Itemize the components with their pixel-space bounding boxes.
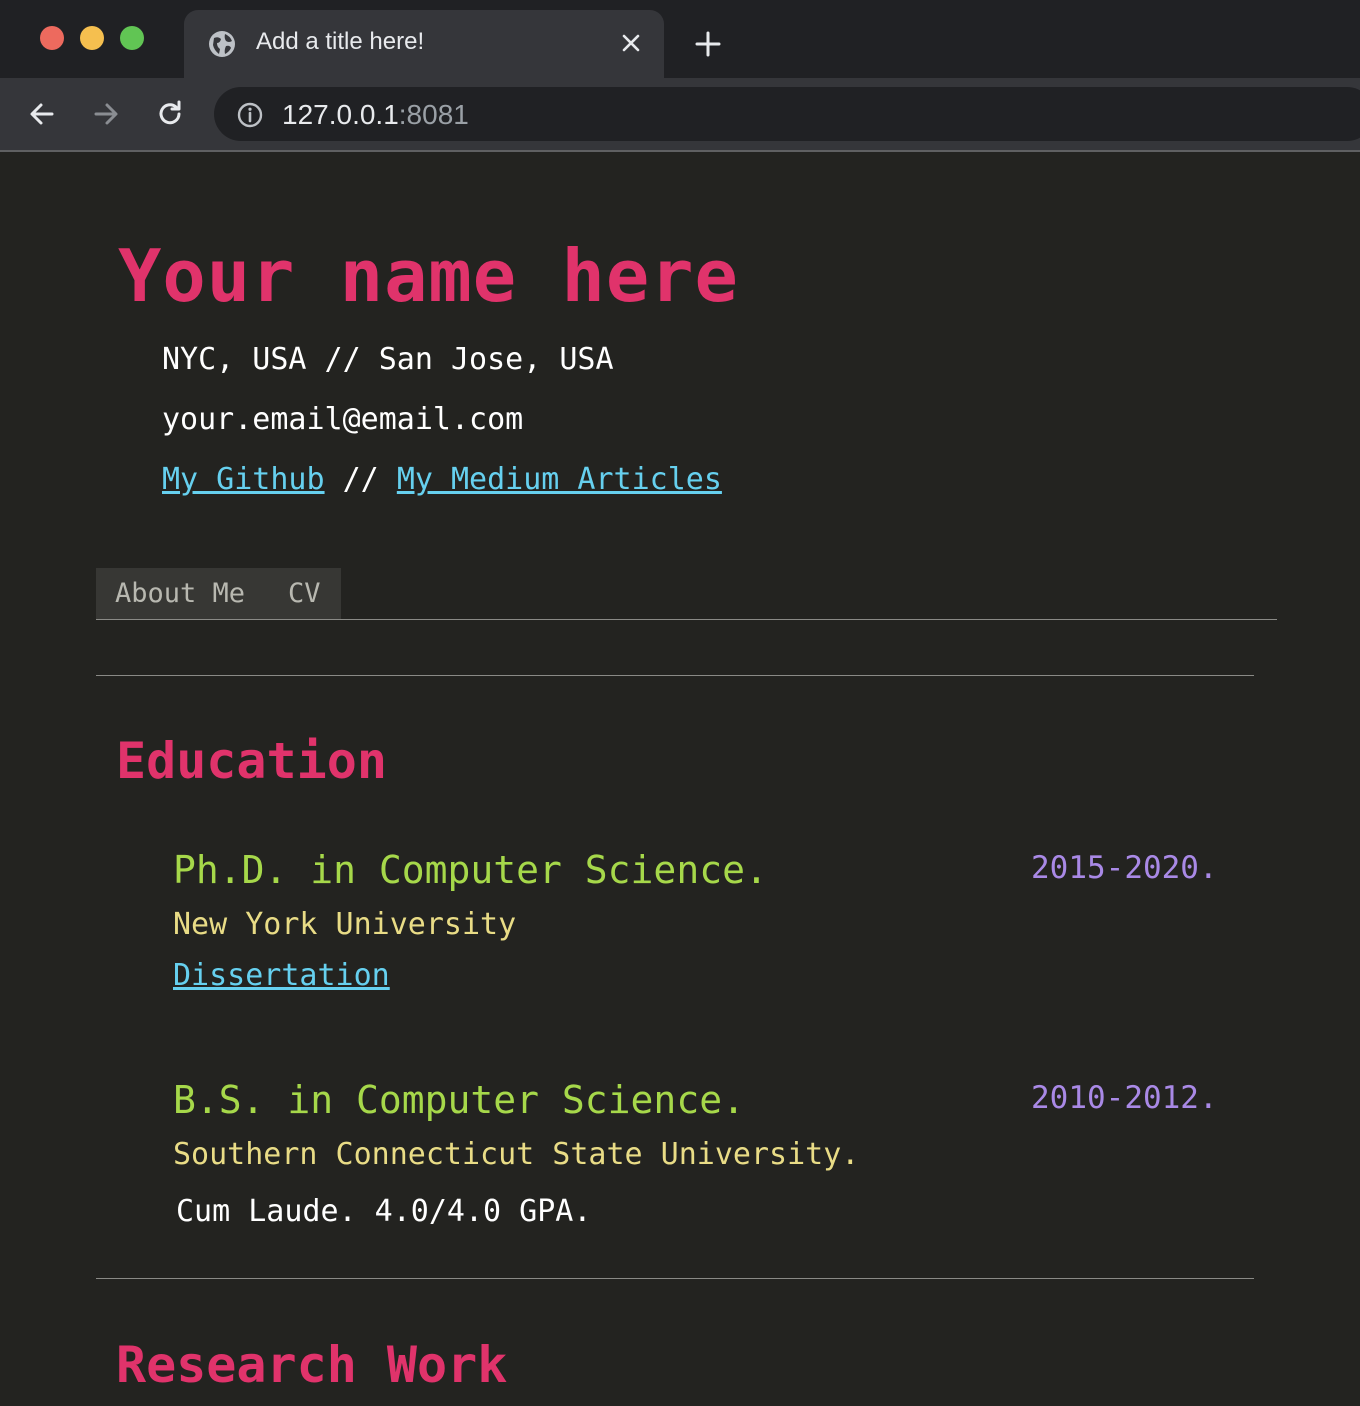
tabs-divider xyxy=(96,619,1277,620)
reload-icon[interactable] xyxy=(154,98,186,130)
school-name: New York University xyxy=(173,907,517,942)
medium-link[interactable]: My Medium Articles xyxy=(397,462,722,497)
tab-title: Add a title here! xyxy=(256,28,425,55)
back-arrow-icon[interactable] xyxy=(26,98,58,130)
page-title: Your name here xyxy=(118,234,739,318)
new-tab-icon[interactable] xyxy=(694,30,722,58)
school-name: Southern Connecticut State University. xyxy=(173,1137,860,1172)
page-content: Your name here NYC, USA // San Jose, USA… xyxy=(0,152,1360,1406)
email-text: your.email@email.com xyxy=(162,402,524,437)
maximize-window-button[interactable] xyxy=(120,26,144,50)
tab-about-me[interactable]: About Me xyxy=(115,578,245,609)
locations-text: NYC, USA // San Jose, USA xyxy=(162,342,614,377)
tab-cv[interactable]: CV xyxy=(288,578,321,609)
research-heading: Research Work xyxy=(116,1336,508,1394)
forward-arrow-icon[interactable] xyxy=(90,98,122,130)
github-link[interactable]: My Github xyxy=(162,462,325,497)
section-divider xyxy=(96,1278,1254,1279)
dissertation-link[interactable]: Dissertation xyxy=(173,958,390,993)
education-heading: Education xyxy=(116,732,387,790)
degree-note: Cum Laude. 4.0/4.0 GPA. xyxy=(176,1194,592,1229)
links-separator: // xyxy=(324,462,397,497)
site-info-icon[interactable] xyxy=(236,101,264,129)
globe-icon xyxy=(209,31,235,57)
browser-tab[interactable]: Add a title here! xyxy=(184,10,664,78)
degree-years: 2010-2012. xyxy=(1031,1080,1218,1116)
nav-tabs: About Me CV xyxy=(96,568,341,619)
browser-toolbar: 127.0.0.1:8081 xyxy=(0,78,1360,152)
url-host: 127.0.0.1 xyxy=(282,99,399,130)
degree-title: B.S. in Computer Science. xyxy=(173,1078,745,1122)
close-window-button[interactable] xyxy=(40,26,64,50)
section-divider xyxy=(96,675,1254,676)
profile-links: My Github // My Medium Articles xyxy=(162,462,722,497)
browser-tab-strip: Add a title here! xyxy=(0,0,1360,78)
url-text: 127.0.0.1:8081 xyxy=(282,99,469,131)
degree-title: Ph.D. in Computer Science. xyxy=(173,848,768,892)
address-bar[interactable]: 127.0.0.1:8081 xyxy=(214,87,1360,141)
url-port: :8081 xyxy=(398,99,469,130)
degree-years: 2015-2020. xyxy=(1031,850,1218,886)
close-tab-icon[interactable] xyxy=(620,32,642,54)
minimize-window-button[interactable] xyxy=(80,26,104,50)
